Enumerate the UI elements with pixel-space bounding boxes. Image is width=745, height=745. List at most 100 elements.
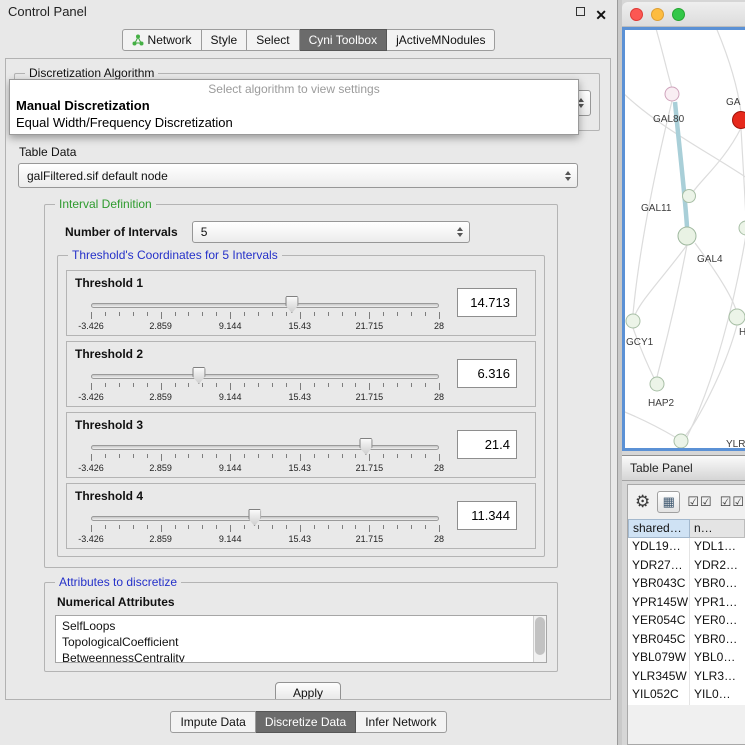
right-panel: GAL80 GA GAL11 GAL4 GCY1 H HAP2 YLR Tabl… <box>622 0 745 745</box>
node-gal4[interactable] <box>678 227 696 245</box>
threshold-4-label: Threshold 4 <box>75 489 143 503</box>
table-row[interactable]: YER054C YER0… <box>628 612 745 631</box>
list-item-betweennesscentrality[interactable]: BetweennessCentrality <box>62 650 530 663</box>
table-row[interactable]: YLR345W YLR3… <box>628 668 745 687</box>
columns-icon: ▦ <box>663 494 675 510</box>
node-gal80[interactable] <box>665 87 679 101</box>
tab-network[interactable]: Network <box>122 29 202 51</box>
table-row[interactable]: YDL19… YDL1… <box>628 538 745 557</box>
table-row[interactable]: YPR145W YPR1… <box>628 594 745 613</box>
slider-scale: -3.426 2.859 9.144 15.43 21.715 28 <box>91 392 439 403</box>
list-scrollbar[interactable] <box>533 616 546 662</box>
dropdown-option-manual[interactable]: Manual Discretization <box>10 97 578 114</box>
threshold-4-value-field[interactable]: 11.344 <box>457 501 517 530</box>
node-red[interactable] <box>733 112 745 129</box>
table-row[interactable]: YBR045C YBR0… <box>628 631 745 650</box>
threshold-2-slider[interactable]: -3.426 2.859 9.144 15.43 21.715 28 <box>91 366 439 404</box>
scrollbar-thumb[interactable] <box>535 617 545 655</box>
select-all-rows-icon[interactable]: ☑☑ <box>687 494 712 510</box>
combo-arrows-icon <box>457 227 463 237</box>
control-panel-titlebar: Control Panel ✕ <box>0 0 617 24</box>
table-row[interactable]: YBL079W YBL0… <box>628 649 745 668</box>
slider-track[interactable] <box>91 303 439 308</box>
node-label-gal4: GAL4 <box>697 254 723 265</box>
threshold-1-slider[interactable]: -3.426 2.859 9.144 15.43 21.715 28 <box>91 295 439 333</box>
tab-cyni-toolbox[interactable]: Cyni Toolbox <box>300 29 387 51</box>
slider-scale: -3.426 2.859 9.144 15.43 21.715 28 <box>91 321 439 332</box>
slider-thumb[interactable] <box>192 367 205 384</box>
node-right[interactable] <box>729 309 745 325</box>
tab-style[interactable]: Style <box>202 29 248 51</box>
threshold-3-value-field[interactable]: 21.4 <box>457 430 517 459</box>
slider-scale: -3.426 2.859 9.144 15.43 21.715 28 <box>91 534 439 545</box>
minimize-traffic-light[interactable] <box>651 8 664 21</box>
network-view[interactable]: GAL80 GA GAL11 GAL4 GCY1 H HAP2 YLR <box>622 27 745 451</box>
node-label-gcy1: GCY1 <box>626 337 654 348</box>
attributes-group: Attributes to discretize Numerical Attri… <box>44 582 558 672</box>
column-header-name[interactable]: n… <box>690 519 745 538</box>
close-traffic-light[interactable] <box>630 8 643 21</box>
table-header-row: shared… n… <box>628 519 745 538</box>
slider-track[interactable] <box>91 445 439 450</box>
attributes-listbox: SelfLoops TopologicalCoefficient Between… <box>55 615 547 663</box>
table-panel-header[interactable]: Table Panel <box>622 455 745 481</box>
table-data-label: Table Data <box>19 145 610 159</box>
deselect-rows-icon[interactable]: ☑☑ <box>720 494 745 510</box>
group-title: Discretization Algorithm <box>25 66 158 80</box>
group-title: Interval Definition <box>55 197 156 211</box>
number-of-intervals-row: Number of Intervals 5 <box>65 221 541 243</box>
threshold-1-label: Threshold 1 <box>75 276 143 290</box>
node-label-hap2: HAP2 <box>648 398 675 409</box>
zoom-traffic-light[interactable] <box>672 8 685 21</box>
tab-select[interactable]: Select <box>247 29 299 51</box>
tab-label: Cyni Toolbox <box>309 33 377 47</box>
panel-title: Control Panel <box>8 4 87 19</box>
node-gal11[interactable] <box>683 190 696 203</box>
group-title: Threshold's Coordinates for 5 Intervals <box>68 248 282 262</box>
close-icon[interactable]: ✕ <box>595 3 607 27</box>
network-window-titlebar <box>622 2 745 27</box>
apply-button[interactable]: Apply <box>275 682 341 700</box>
tab-jactivemnodules[interactable]: jActiveMNodules <box>387 29 495 51</box>
column-header-shared-name[interactable]: shared… <box>628 519 690 538</box>
list-item-topologicalcoefficient[interactable]: TopologicalCoefficient <box>62 634 530 650</box>
list-item-selfloops[interactable]: SelfLoops <box>62 618 530 634</box>
threshold-3-label: Threshold 3 <box>75 418 143 432</box>
tab-impute-data[interactable]: Impute Data <box>170 711 255 733</box>
tab-label: Style <box>211 33 238 47</box>
threshold-2-value-field[interactable]: 6.316 <box>457 359 517 388</box>
select-columns-button[interactable]: ▦ <box>657 491 680 513</box>
tab-infer-network[interactable]: Infer Network <box>356 711 446 733</box>
dropdown-option-equal-width[interactable]: Equal Width/Frequency Discretization <box>10 114 578 131</box>
network-icon <box>132 34 144 46</box>
threshold-3-box: Threshold 3 -3.426 2.859 9.144 15.43 21.… <box>66 412 536 478</box>
node-gcy1[interactable] <box>626 314 640 328</box>
table-data-value: galFiltered.sif default node <box>27 169 168 183</box>
dropdown-placeholder: Select algorithm to view settings <box>10 82 578 97</box>
threshold-4-slider[interactable]: -3.426 2.859 9.144 15.43 21.715 28 <box>91 508 439 546</box>
top-tabbar: Network Style Select Cyni Toolbox jActiv… <box>0 24 617 56</box>
table-row[interactable]: YIL052C YIL0… <box>628 686 745 705</box>
number-of-intervals-combobox[interactable]: 5 <box>192 221 470 243</box>
slider-track[interactable] <box>91 516 439 521</box>
table-row[interactable]: YDR27… YDR2… <box>628 557 745 576</box>
node-right-partial[interactable] <box>739 221 745 235</box>
slider-track[interactable] <box>91 374 439 379</box>
gear-icon[interactable]: ⚙ <box>635 492 650 512</box>
threshold-3-slider[interactable]: -3.426 2.859 9.144 15.43 21.715 28 <box>91 437 439 475</box>
threshold-2-label: Threshold 2 <box>75 347 143 361</box>
table-row[interactable]: YBR043C YBR0… <box>628 575 745 594</box>
float-window-icon[interactable] <box>576 7 585 16</box>
slider-thumb[interactable] <box>285 296 298 313</box>
node-hap2[interactable] <box>650 377 664 391</box>
node-bottom[interactable] <box>674 434 688 448</box>
slider-thumb[interactable] <box>359 438 372 455</box>
slider-scale: -3.426 2.859 9.144 15.43 21.715 28 <box>91 463 439 474</box>
slider-thumb[interactable] <box>248 509 261 526</box>
combo-arrows-icon <box>565 171 571 181</box>
tab-label: Impute Data <box>180 715 245 729</box>
table-data-combobox[interactable]: galFiltered.sif default node <box>18 163 578 188</box>
tab-discretize-data[interactable]: Discretize Data <box>256 711 356 733</box>
thresholds-group: Threshold's Coordinates for 5 Intervals … <box>57 255 545 557</box>
threshold-1-value-field[interactable]: 14.713 <box>457 288 517 317</box>
